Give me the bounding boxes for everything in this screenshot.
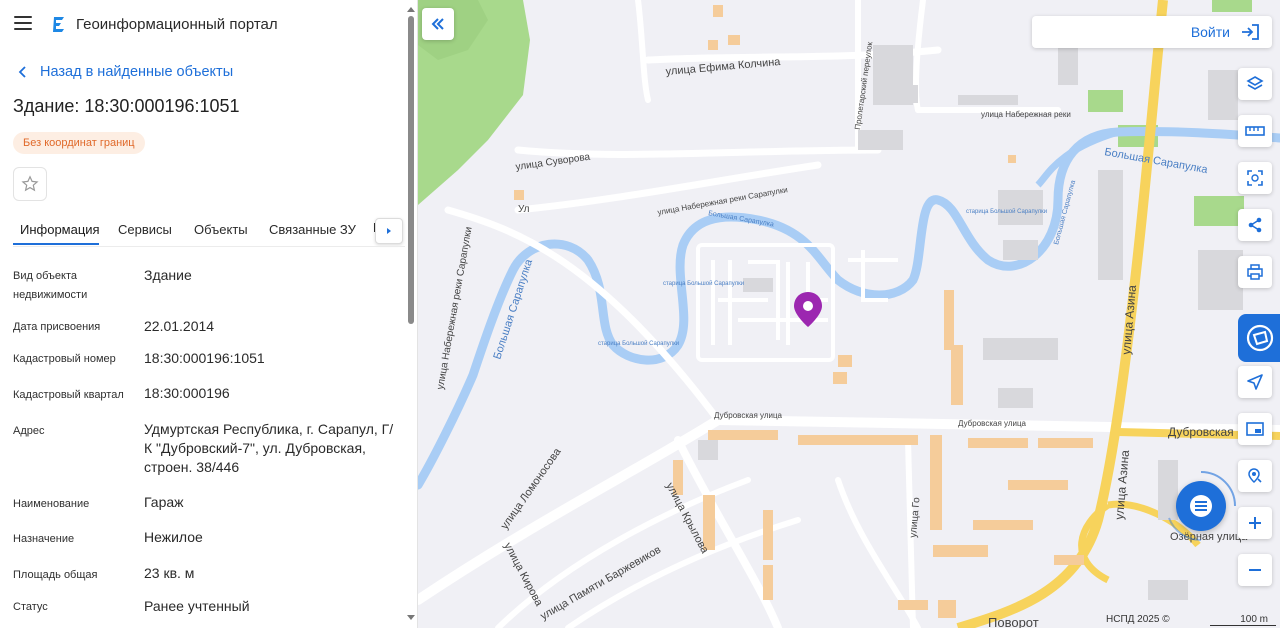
property-value: 18:30:000196:1051: [144, 350, 265, 366]
street-label: улица Го: [908, 496, 923, 538]
map-attribution: НСПД 2025 ©: [1106, 614, 1170, 625]
layers-button[interactable]: [1238, 68, 1272, 100]
minimap-icon: [1246, 422, 1264, 436]
back-link-label: Назад в найденные объекты: [40, 64, 234, 80]
map-canvas[interactable]: улица Ефима Колчина Пролетарский переуло…: [418, 0, 1280, 628]
plus-icon: [1249, 517, 1261, 529]
street-label: улица Набережная реки Сарапулки: [434, 226, 474, 391]
park-area: [1194, 196, 1244, 226]
property-key: Площадь общая: [13, 569, 98, 581]
panel-header: Геоинформационный портал: [0, 0, 417, 50]
zoom-out-button[interactable]: [1238, 554, 1272, 586]
property-key: Статус: [13, 601, 48, 613]
favorite-button[interactable]: [13, 167, 47, 201]
street-label: Ул: [518, 204, 530, 215]
park-area: [1212, 0, 1252, 12]
property-value: 18:30:000196: [144, 385, 230, 401]
ruler-icon: [1245, 126, 1265, 136]
panel-scrollbar[interactable]: [408, 16, 414, 324]
property-value: Удмуртская Республика, г. Сарапул, Г/К "…: [144, 421, 394, 475]
chevron-left-icon: [18, 66, 26, 78]
property-key: Кадастровый квартал: [13, 389, 124, 401]
scroll-down-arrow[interactable]: [407, 615, 415, 621]
print-icon: [1247, 264, 1263, 280]
print-button[interactable]: [1238, 256, 1272, 288]
share-button[interactable]: [1238, 209, 1272, 241]
search-location-icon: [1248, 468, 1262, 484]
property-value: Ранее учтенный: [144, 598, 250, 614]
oxbow-label: старица Большой Сарапулки: [966, 208, 1047, 215]
property-key: Кадастровый номер: [13, 353, 116, 365]
tab-objects[interactable]: Объекты: [194, 222, 248, 237]
collapse-panel-button[interactable]: [422, 8, 454, 40]
park-area: [1088, 90, 1123, 112]
portal-logo-icon: [53, 17, 64, 32]
oxbow-label: старица Большой Сарапулки: [598, 340, 679, 347]
property-key: Дата присвоения: [13, 321, 101, 333]
property-value: 22.01.2014: [144, 318, 215, 334]
street-label: улица Набережная реки: [981, 110, 1071, 119]
chat-icon: [1190, 495, 1212, 517]
tab-related-plots[interactable]: Связанные ЗУ: [269, 222, 356, 237]
map-scale: 100 m: [1210, 614, 1276, 626]
star-icon: [21, 175, 39, 192]
property-key: Вид объекта недвижимости: [13, 270, 88, 301]
street-label: Дубровская улица: [714, 411, 783, 420]
app-title: Геоинформационный портал: [76, 16, 278, 33]
street-label: Поворот: [988, 615, 1039, 628]
minus-icon: [1249, 569, 1261, 571]
locate-icon: [1247, 374, 1263, 390]
property-value: Здание: [144, 267, 192, 283]
back-to-results-link[interactable]: Назад в найденные объекты: [14, 63, 233, 81]
no-boundary-badge: Без координат границ: [13, 132, 145, 154]
street-label: улица Кирова: [501, 541, 545, 609]
tabs-divider: [13, 246, 405, 247]
property-key: Назначение: [13, 533, 75, 545]
tab-services[interactable]: Сервисы: [118, 222, 172, 237]
login-label: Войти: [1190, 24, 1230, 40]
object-card-panel: Геоинформационный портал Назад в найденн…: [0, 0, 418, 628]
chat-button[interactable]: [1176, 481, 1226, 531]
tab-information[interactable]: Информация: [20, 222, 100, 237]
street-label: Дубровская: [1168, 425, 1234, 439]
property-key: Наименование: [13, 498, 90, 510]
property-value: Нежилое: [144, 529, 203, 545]
property-value: Гараж: [144, 494, 184, 510]
oxbow-label: старица Большой Сарапулки: [663, 280, 744, 287]
minimap-button[interactable]: [1238, 413, 1272, 445]
scale-label: 100 m: [1240, 614, 1268, 625]
tabs-scroll-right-button[interactable]: [375, 218, 403, 244]
chevron-right-icon: [387, 228, 391, 234]
tab-bar: Информация Сервисы Объекты Связанные ЗУ …: [13, 214, 405, 246]
search-location-button[interactable]: [1238, 460, 1272, 492]
property-key: Адрес: [13, 425, 45, 437]
measure-button[interactable]: [1238, 115, 1272, 147]
active-tab-indicator: [13, 243, 99, 245]
scale-bar: [1210, 625, 1276, 626]
scroll-up-arrow[interactable]: [407, 6, 415, 12]
street-label: улица Азина: [1119, 284, 1139, 355]
area-select-button[interactable]: [1238, 162, 1272, 194]
brand-icon: [1246, 324, 1274, 352]
menu-icon[interactable]: [14, 16, 32, 32]
portal-brand-button[interactable]: [1238, 314, 1280, 362]
zoom-in-button[interactable]: [1238, 507, 1272, 539]
property-value: 23 кв. м: [144, 565, 195, 581]
street-label: Дубровская улица: [958, 419, 1027, 428]
double-chevron-left-icon: [431, 18, 444, 30]
area-select-icon: [1247, 170, 1263, 186]
object-title: Здание: 18:30:000196:1051: [13, 96, 240, 116]
locate-button[interactable]: [1238, 366, 1272, 398]
share-icon: [1248, 217, 1262, 233]
login-icon: [1242, 24, 1259, 40]
map-view[interactable]: улица Ефима Колчина Пролетарский переуло…: [418, 0, 1280, 628]
layers-icon: [1246, 76, 1264, 90]
login-button[interactable]: Войти: [1032, 16, 1272, 48]
